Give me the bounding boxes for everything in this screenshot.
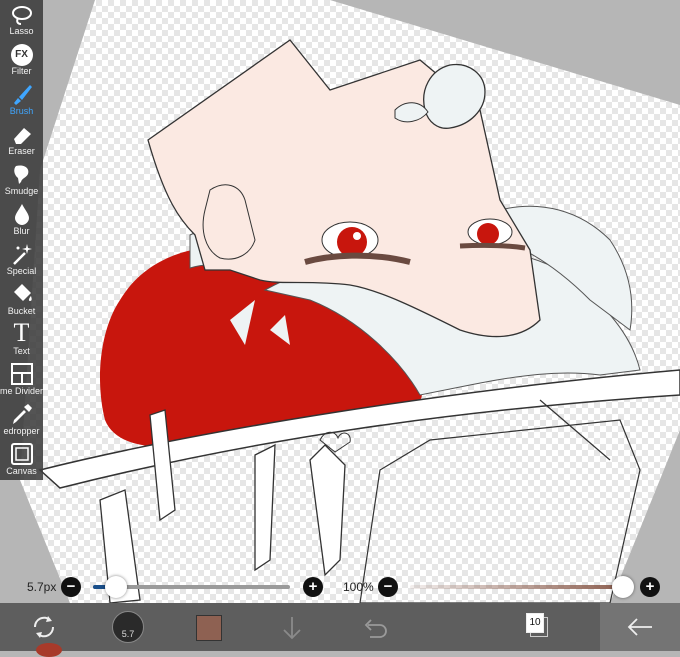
tool-frame-divider[interactable]: me Divider xyxy=(0,360,43,400)
text-icon: T xyxy=(13,318,30,347)
transform-arrows-icon xyxy=(33,616,55,638)
opacity-increase-button[interactable]: + xyxy=(640,577,660,597)
tool-label: edropper xyxy=(3,426,40,436)
tool-palette: Lasso FX Filter Brush Eraser Smudge Blur… xyxy=(0,0,43,480)
tool-brush[interactable]: Brush xyxy=(0,80,43,120)
tool-label: Eraser xyxy=(8,146,35,156)
opacity-track[interactable] xyxy=(410,585,620,589)
opacity-value: 100% xyxy=(343,580,374,594)
eyedropper-icon xyxy=(12,404,32,424)
tool-label: me Divider xyxy=(0,386,43,396)
arrow-left-icon xyxy=(627,618,652,636)
undo-button[interactable] xyxy=(362,617,388,644)
lasso-icon xyxy=(11,6,32,25)
tool-lasso[interactable]: Lasso xyxy=(0,0,43,40)
opacity-decrease-button[interactable]: − xyxy=(378,577,398,597)
brush-preview-button[interactable]: 5.7 xyxy=(112,611,144,643)
tool-label: Blur xyxy=(13,226,30,236)
tool-filter[interactable]: FX Filter xyxy=(0,40,43,80)
tool-label: Special xyxy=(6,266,37,276)
tool-label: Filter xyxy=(11,66,32,76)
smudge-icon xyxy=(13,165,28,184)
tool-text[interactable]: T Text xyxy=(0,320,43,360)
fx-icon: FX xyxy=(10,44,33,66)
bottom-toolbar: 5.7 10 xyxy=(0,603,680,657)
brush-size-slider-knob[interactable] xyxy=(105,576,127,598)
frame-divider-icon xyxy=(10,363,33,385)
brush-size-increase-button[interactable]: + xyxy=(303,577,323,597)
tool-canvas[interactable]: Canvas xyxy=(0,440,43,480)
brush-size-value: 5.7px xyxy=(27,580,57,594)
layer-count: 10 xyxy=(526,613,544,633)
tool-eraser[interactable]: Eraser xyxy=(0,120,43,160)
eraser-icon xyxy=(13,128,31,144)
tool-label: Lasso xyxy=(9,26,34,36)
opacity-slider-knob[interactable] xyxy=(612,576,634,598)
blur-icon xyxy=(14,204,29,225)
arrow-down-icon xyxy=(283,617,301,640)
back-button[interactable] xyxy=(600,603,680,651)
tool-label: Brush xyxy=(9,106,34,116)
tool-label: Text xyxy=(13,346,30,356)
tool-label: Bucket xyxy=(7,306,36,316)
undo-icon xyxy=(364,619,387,638)
tool-smudge[interactable]: Smudge xyxy=(0,160,43,200)
layers-button[interactable]: 10 xyxy=(526,613,548,637)
artwork xyxy=(20,0,680,603)
tool-bucket[interactable]: Bucket xyxy=(0,280,43,320)
canvas-icon xyxy=(10,443,33,465)
drawing-canvas[interactable] xyxy=(0,0,680,603)
tool-label: Canvas xyxy=(6,466,37,476)
brush-icon xyxy=(13,85,32,105)
magic-wand-icon xyxy=(12,244,32,265)
tool-blur[interactable]: Blur xyxy=(0,200,43,240)
tool-special[interactable]: Special xyxy=(0,240,43,280)
transform-button[interactable] xyxy=(30,613,58,646)
bucket-icon xyxy=(13,284,32,301)
brush-size-decrease-button[interactable]: − xyxy=(61,577,81,597)
tool-label: Smudge xyxy=(4,186,39,196)
download-button[interactable] xyxy=(281,615,303,646)
color-drop-indicator xyxy=(36,643,62,657)
color-swatch[interactable] xyxy=(196,615,222,641)
tool-eyedropper[interactable]: edropper xyxy=(0,400,43,440)
